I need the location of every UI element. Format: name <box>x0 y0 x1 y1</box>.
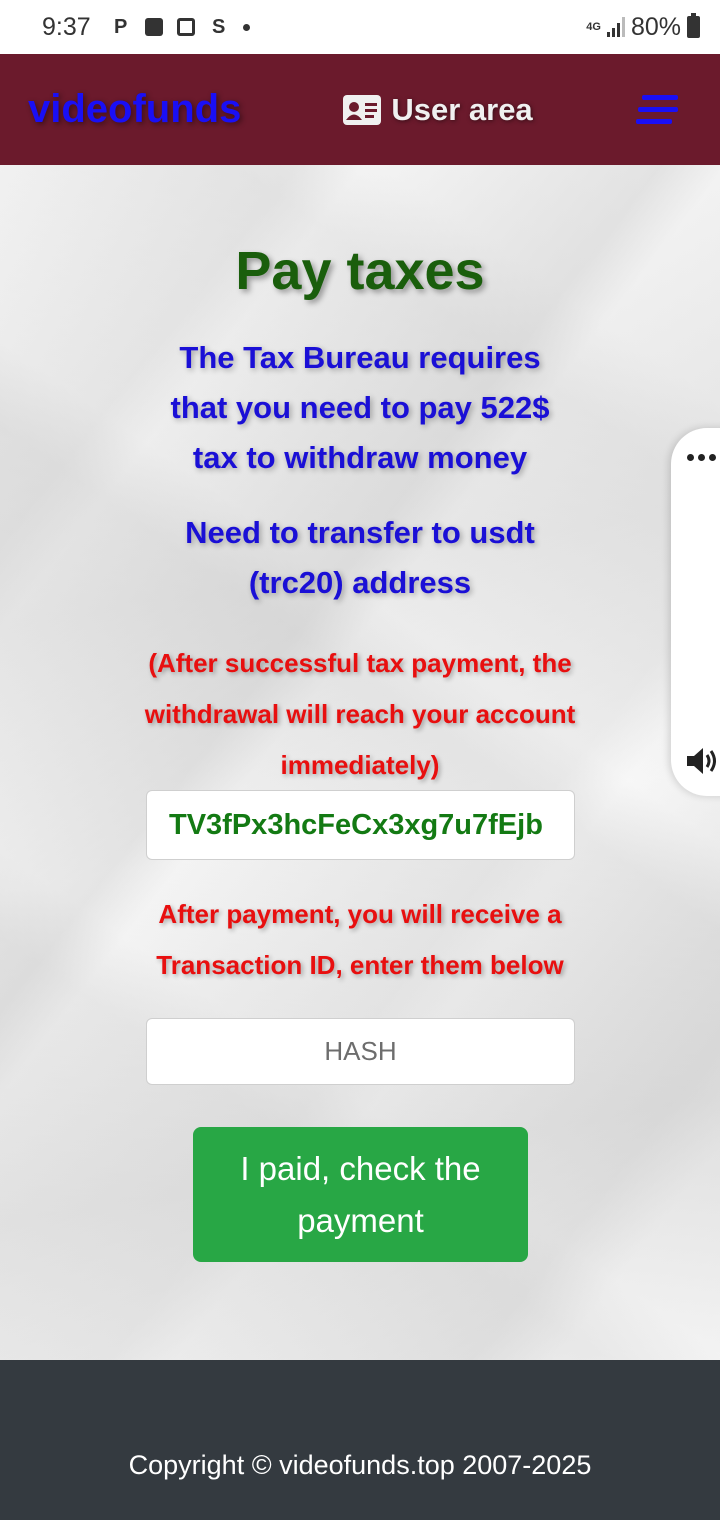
network-type: 4G <box>586 21 601 33</box>
page-title: Pay taxes <box>235 241 485 301</box>
check-icon <box>144 18 163 36</box>
user-area-link[interactable]: User area <box>343 91 533 128</box>
paid-check-button[interactable]: I paid, check the payment <box>193 1127 528 1262</box>
copyright-text: Copyright © videofunds.top 2007-2025 <box>128 1449 592 1480</box>
battery-percent: 80% <box>630 12 681 41</box>
brand-logo[interactable]: videofunds <box>28 87 241 132</box>
status-bar: 9:37 P S 4G 80% <box>0 0 720 54</box>
main-content: Pay taxes The Tax Bureau requires that y… <box>0 165 720 1360</box>
transaction-instruction: After payment, you will receive a Transa… <box>156 899 564 980</box>
s-icon: S <box>212 15 226 38</box>
volume-icon[interactable] <box>685 746 720 781</box>
wallet-address-field[interactable]: TV3fPx3hcFeCx3xg7u7fEjb <box>146 790 575 860</box>
menu-icon[interactable] <box>636 95 678 124</box>
more-options-icon[interactable] <box>687 454 716 461</box>
navbar: videofunds User area <box>0 54 720 165</box>
status-time: 9:37 <box>42 12 91 41</box>
hash-input[interactable] <box>146 1018 575 1085</box>
signal-icon <box>606 17 625 37</box>
floating-side-panel[interactable] <box>671 428 720 796</box>
p-icon: P <box>114 15 128 38</box>
transfer-notice: Need to transfer to usdt (trc20) address <box>185 515 535 600</box>
tax-notice: The Tax Bureau requires that you need to… <box>170 340 550 475</box>
after-payment-notice: (After successful tax payment, the withd… <box>144 648 576 780</box>
dot-icon <box>242 23 250 31</box>
id-card-icon <box>343 94 382 125</box>
battery-icon <box>687 13 700 38</box>
camera-icon <box>176 18 195 36</box>
user-area-label: User area <box>391 91 533 127</box>
footer: Copyright © videofunds.top 2007-2025 <box>0 1360 720 1520</box>
